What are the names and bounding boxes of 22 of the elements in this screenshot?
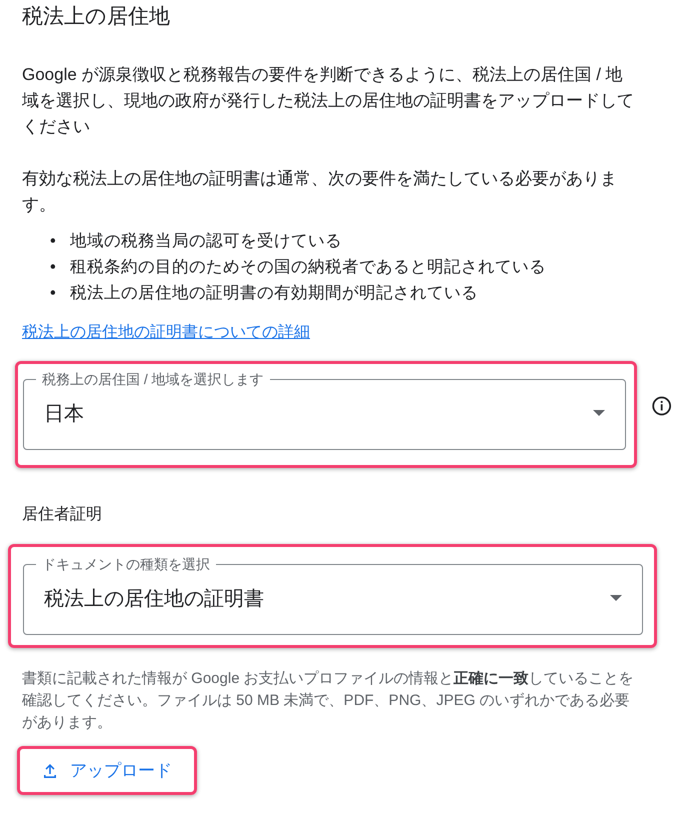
upload-icon [42, 762, 58, 778]
bullet: • [50, 257, 56, 278]
dropdown-caret-icon [592, 410, 605, 416]
field-label: 税務上の居住国 / 地域を選択します [41, 370, 265, 388]
helper-text: 書類に記載された情報が Google お支払いプロファイルの情報と正確に一致していることを確認してください。ファイルは 50 MB 未満で、PDF、PNG、JPEG のいずれかである必要があります。 [22, 669, 635, 733]
dropdown-caret-icon [610, 595, 622, 601]
requirement-item: 税法上の居住地の証明書の有効期間が明記されている [70, 283, 478, 304]
select-field[interactable]: ドキュメントの種類を選択 税法上の居住地の証明書 [23, 555, 643, 635]
info-icon[interactable] [650, 394, 672, 416]
field-value: 日本 [44, 402, 85, 426]
select-field[interactable]: 税務上の居住国 / 地域を選択します 日本 [23, 370, 626, 450]
field-label: ドキュメントの種類を選択 [41, 555, 211, 573]
intro-text: Google が源泉徴収と税務報告の要件を判断できるように、税法上の居住国 / 地域を選択し、現地の政府が発行した税法上の居住地の証明書をアップロードしてください [22, 64, 635, 138]
bullet: • [50, 231, 56, 252]
bullet: • [50, 283, 56, 304]
page-title: 税法上の居住地 [22, 4, 171, 30]
details-link[interactable]: 税法上の居住地の証明書についての詳細 [22, 322, 310, 343]
requirements-intro: 有効な税法上の居住地の証明書は通常、次の要件を満たしている必要があります。 [22, 168, 618, 216]
field-value: 税法上の居住地の証明書 [44, 586, 265, 612]
requirement-item: 地域の税務当局の認可を受けている [70, 231, 342, 252]
section-heading: 居住者証明 [22, 504, 103, 525]
requirement-item: 租税条約の目的のためその国の納税者であると明記されている [70, 257, 546, 278]
